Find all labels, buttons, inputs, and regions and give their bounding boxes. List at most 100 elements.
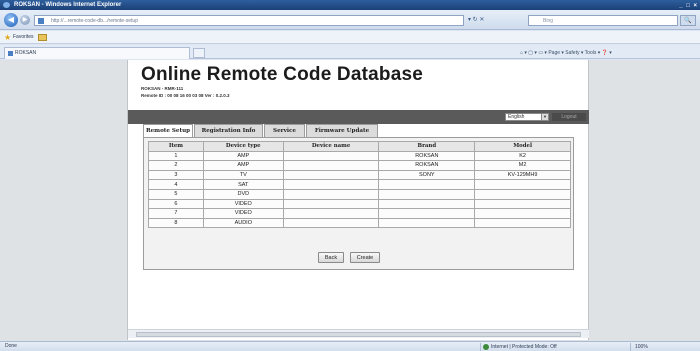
device-name-cell[interactable] (282, 179, 380, 190)
model-cell[interactable]: M2 (474, 160, 571, 171)
security-zone[interactable]: Internet | Protected Mode: Off (480, 343, 610, 351)
back-arrow-icon[interactable]: ◀ (4, 13, 18, 27)
column-header: Brand (378, 141, 476, 152)
url-input[interactable]: http://...remote-code-db.../remote-setup (34, 15, 464, 26)
device-type-cell[interactable]: TV (202, 169, 284, 181)
column-header: Model (474, 141, 571, 152)
search-placeholder: Bing (543, 18, 554, 24)
table-row[interactable]: 2 AMP ROKSAN M2 (148, 160, 571, 171)
column-header: Item (148, 141, 204, 152)
url-text: http://...remote-code-db.../remote-setup (51, 18, 138, 24)
add-favorite-icon[interactable] (38, 34, 47, 41)
device-name-cell[interactable] (282, 160, 380, 171)
model-cell[interactable] (474, 179, 571, 190)
table-row[interactable]: 4 SAT (148, 179, 571, 190)
refresh-stop-icons[interactable]: ▾ ↻ ✕ (468, 15, 526, 26)
browser-tab-label: ROKSAN (15, 50, 37, 56)
address-bar: ◀ ▶ http://...remote-code-db.../remote-s… (0, 10, 700, 30)
window-title: ROKSAN - Windows Internet Explorer (14, 2, 122, 8)
horizontal-scrollbar[interactable] (128, 329, 589, 338)
scrollbar-thumb[interactable] (136, 332, 581, 337)
table-header-row: Item Device type Device name Brand Model (148, 141, 571, 152)
table-row[interactable]: 6 VIDEO (148, 198, 571, 210)
device-name-cell[interactable] (282, 188, 380, 200)
tab-registration-info[interactable]: Registration Info (194, 124, 263, 137)
model-cell[interactable] (474, 188, 571, 200)
zoom-level[interactable]: 100% (630, 343, 696, 351)
table-row[interactable]: 5 DVD (148, 188, 571, 200)
model-cell[interactable]: KV-129MH9 (474, 169, 571, 181)
tab-service[interactable]: Service (264, 124, 305, 137)
device-name-cell[interactable] (282, 217, 380, 229)
brand-cell[interactable]: ROKSAN (378, 150, 476, 162)
logout-button[interactable]: Logout (552, 113, 586, 121)
model-cell[interactable] (474, 217, 571, 229)
table-row[interactable]: 8 AUDIO (148, 217, 571, 229)
page-title: Online Remote Code Database (141, 64, 424, 85)
device-name-cell[interactable] (282, 169, 380, 181)
tab-bar: ROKSAN ⌂ ▾ ▢ ▾ ▭ ▾ Page ▾ Safety ▾ Tools… (0, 45, 700, 59)
brand-cell[interactable] (378, 179, 476, 190)
table-row[interactable]: 3 TV SONY KV-129MH9 (148, 169, 571, 181)
device-name-cell[interactable] (282, 198, 380, 210)
column-header: Device name (282, 141, 380, 152)
device-model: ROKSAN - RMR-111 (141, 86, 184, 91)
favorites-label[interactable]: Favorites (13, 31, 34, 44)
brand-cell[interactable]: ROKSAN (378, 160, 476, 171)
create-button[interactable]: Create (350, 252, 380, 263)
new-tab-button[interactable] (193, 48, 205, 58)
table-row[interactable]: 7 VIDEO (148, 208, 571, 219)
favorites-bar: ★ Favorites (0, 31, 700, 44)
device-type-cell[interactable]: VIDEO (202, 198, 284, 210)
title-bar: ROKSAN - Windows Internet Explorer _ □ × (0, 0, 700, 10)
search-icon[interactable]: 🔍 (680, 15, 696, 26)
tab-remote-setup[interactable]: Remote Setup (143, 124, 193, 138)
tab-firmware-update[interactable]: Firmware Update (306, 124, 378, 137)
status-bar: Done Internet | Protected Mode: Off 100% (0, 341, 700, 351)
device-type-cell[interactable]: AMP (202, 160, 284, 171)
brand-cell[interactable] (378, 208, 476, 219)
device-type-cell[interactable]: SAT (202, 179, 284, 190)
language-select[interactable]: English ▼ (505, 113, 549, 121)
device-name-cell[interactable] (282, 150, 380, 162)
remote-id-info: Remote ID : 00 08 16 00 03 08 Ver : 0.2.… (141, 93, 230, 98)
item-cell: 7 (148, 208, 204, 219)
content-viewport: Online Remote Code Database ROKSAN - RMR… (0, 60, 700, 341)
model-cell[interactable] (474, 208, 571, 219)
favorites-star-icon[interactable]: ★ (4, 34, 11, 42)
page-icon (38, 18, 44, 24)
status-text: Done (5, 343, 17, 349)
brand-cell[interactable]: SONY (378, 169, 476, 181)
remote-setup-panel: Item Device type Device name Brand Model… (143, 137, 574, 270)
action-buttons: Back Create (144, 252, 575, 264)
table-row[interactable]: 1 AMP ROKSAN K2 (148, 150, 571, 162)
ie-logo-icon (3, 2, 10, 8)
item-cell: 1 (148, 150, 204, 162)
item-cell: 5 (148, 188, 204, 200)
back-button[interactable]: Back (318, 252, 344, 263)
item-cell: 8 (148, 217, 204, 229)
web-page: Online Remote Code Database ROKSAN - RMR… (127, 60, 589, 340)
device-type-cell[interactable]: AMP (202, 150, 284, 162)
item-cell: 3 (148, 169, 204, 181)
item-cell: 2 (148, 160, 204, 171)
brand-cell[interactable] (378, 188, 476, 200)
device-table: Item Device type Device name Brand Model… (148, 141, 571, 229)
forward-arrow-icon[interactable]: ▶ (20, 15, 30, 25)
model-cell[interactable] (474, 198, 571, 210)
brand-cell[interactable] (378, 198, 476, 210)
search-input[interactable]: Bing (528, 15, 678, 26)
security-zone-text: Internet | Protected Mode: Off (491, 344, 557, 350)
device-type-cell[interactable]: VIDEO (202, 208, 284, 219)
item-cell: 4 (148, 179, 204, 190)
device-type-cell[interactable]: AUDIO (202, 217, 284, 229)
device-type-cell[interactable]: DVD (202, 188, 284, 200)
browser-tab[interactable]: ROKSAN (4, 47, 190, 59)
command-bar[interactable]: ⌂ ▾ ▢ ▾ ▭ ▾ Page ▾ Safety ▾ Tools ▾ ❓ ▾ (520, 48, 698, 58)
column-header: Device type (202, 141, 284, 152)
language-value: English (508, 114, 525, 120)
device-name-cell[interactable] (282, 208, 380, 219)
model-cell[interactable]: K2 (474, 150, 571, 162)
brand-cell[interactable] (378, 217, 476, 229)
browser-window: ROKSAN - Windows Internet Explorer _ □ ×… (0, 0, 700, 351)
